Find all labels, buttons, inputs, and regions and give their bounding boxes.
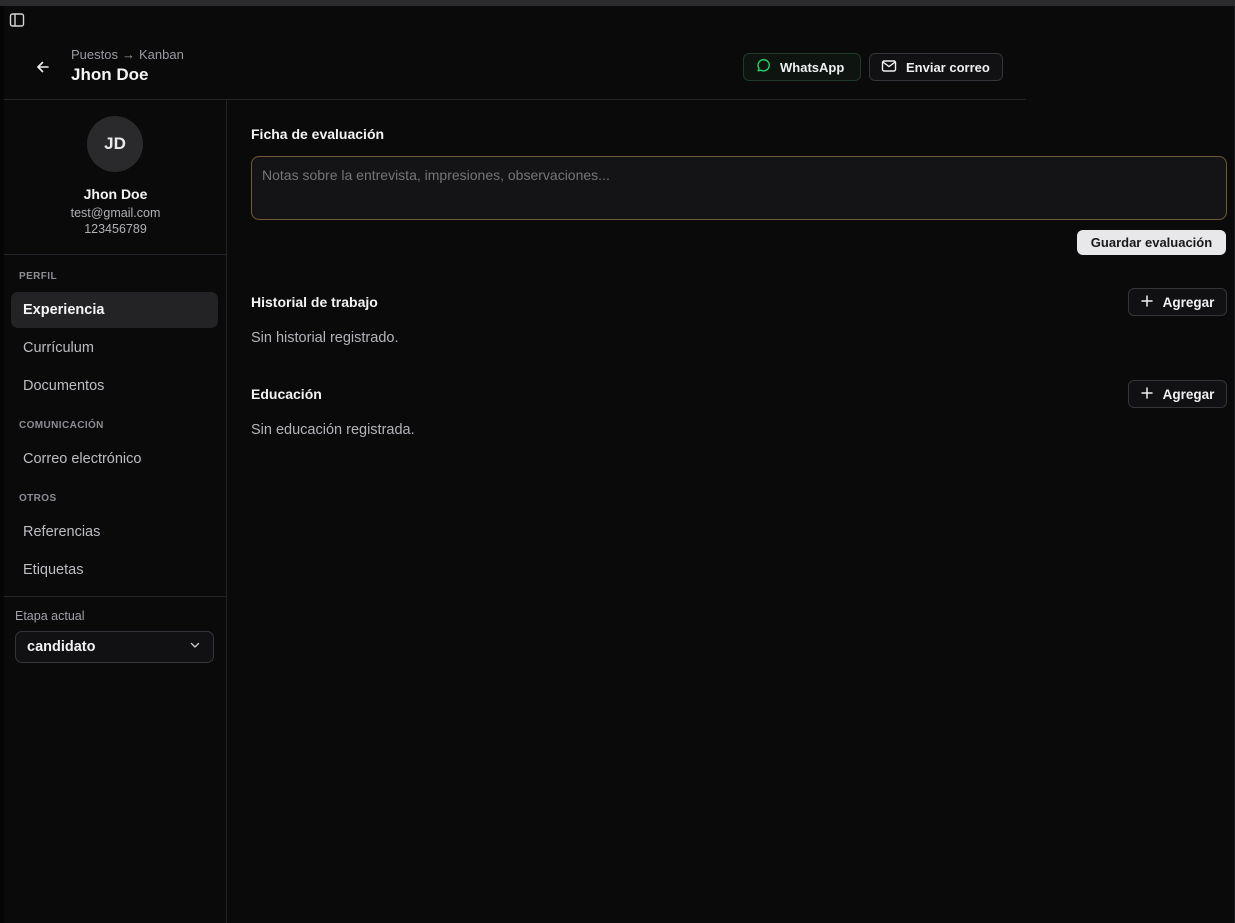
nav-item-experiencia[interactable]: Experiencia xyxy=(11,292,218,328)
nav-item-etiquetas[interactable]: Etiquetas xyxy=(11,552,218,588)
main-content: Ficha de evaluación Guardar evaluación H… xyxy=(227,100,1234,923)
whatsapp-icon xyxy=(755,58,771,77)
send-email-label: Enviar correo xyxy=(906,59,990,75)
candidate-sidebar: JD Jhon Doe test@gmail.com 123456789 PER… xyxy=(4,100,227,923)
plus-icon xyxy=(1140,294,1153,310)
work-history-title: Historial de trabajo xyxy=(251,294,378,310)
profile-name: Jhon Doe xyxy=(83,186,148,202)
nav-item-curriculum[interactable]: Currículum xyxy=(11,330,218,366)
add-work-history-label: Agregar xyxy=(1162,294,1215,310)
candidate-header: Puestos → Kanban Jhon Doe WhatsApp Enviar … xyxy=(4,36,1026,100)
stage-select[interactable]: candidato xyxy=(15,631,214,663)
add-education-button[interactable]: Agregar xyxy=(1128,380,1227,408)
plus-icon xyxy=(1140,386,1153,402)
nav-item-correo[interactable]: Correo electrónico xyxy=(11,441,218,477)
breadcrumb-to[interactable]: Kanban xyxy=(139,47,184,62)
save-evaluation-button[interactable]: Guardar evaluación xyxy=(1077,230,1226,255)
nav-section-otros: OTROS xyxy=(19,493,57,504)
nav-section-comunicacion: COMUNICACIÓN xyxy=(19,420,104,431)
sidebar-toggle-icon[interactable] xyxy=(9,12,25,28)
breadcrumb-separator: → xyxy=(121,47,135,62)
chevron-down-icon xyxy=(189,639,201,655)
evaluation-notes-input[interactable] xyxy=(251,156,1227,220)
breadcrumb: Puestos → Kanban xyxy=(71,47,184,62)
whatsapp-label: WhatsApp xyxy=(780,59,845,75)
stage-divider xyxy=(4,596,226,597)
education-title: Educación xyxy=(251,386,322,402)
breadcrumb-from[interactable]: Puestos xyxy=(71,47,118,62)
education-empty: Sin educación registrada. xyxy=(251,422,415,438)
whatsapp-button[interactable]: WhatsApp xyxy=(743,53,861,81)
send-email-button[interactable]: Enviar correo xyxy=(869,53,1003,81)
back-arrow-icon[interactable] xyxy=(32,56,54,78)
add-work-history-button[interactable]: Agregar xyxy=(1128,288,1227,316)
nav-item-referencias[interactable]: Referencias xyxy=(11,514,218,550)
evaluation-title: Ficha de evaluación xyxy=(251,126,385,142)
stage-value: candidato xyxy=(27,639,96,655)
stage-label: Etapa actual xyxy=(15,609,85,623)
page-title: Jhon Doe xyxy=(71,65,149,84)
profile-email: test@gmail.com xyxy=(70,206,161,220)
add-education-label: Agregar xyxy=(1162,386,1215,402)
nav-section-perfil: PERFIL xyxy=(19,271,57,282)
window-top-strip xyxy=(0,0,1235,6)
profile-divider xyxy=(4,254,226,255)
avatar: JD xyxy=(87,116,143,172)
work-history-empty: Sin historial registrado. xyxy=(251,330,399,346)
profile-phone: 123456789 xyxy=(84,222,147,236)
nav-item-documentos[interactable]: Documentos xyxy=(11,368,218,404)
mail-icon xyxy=(881,58,897,77)
